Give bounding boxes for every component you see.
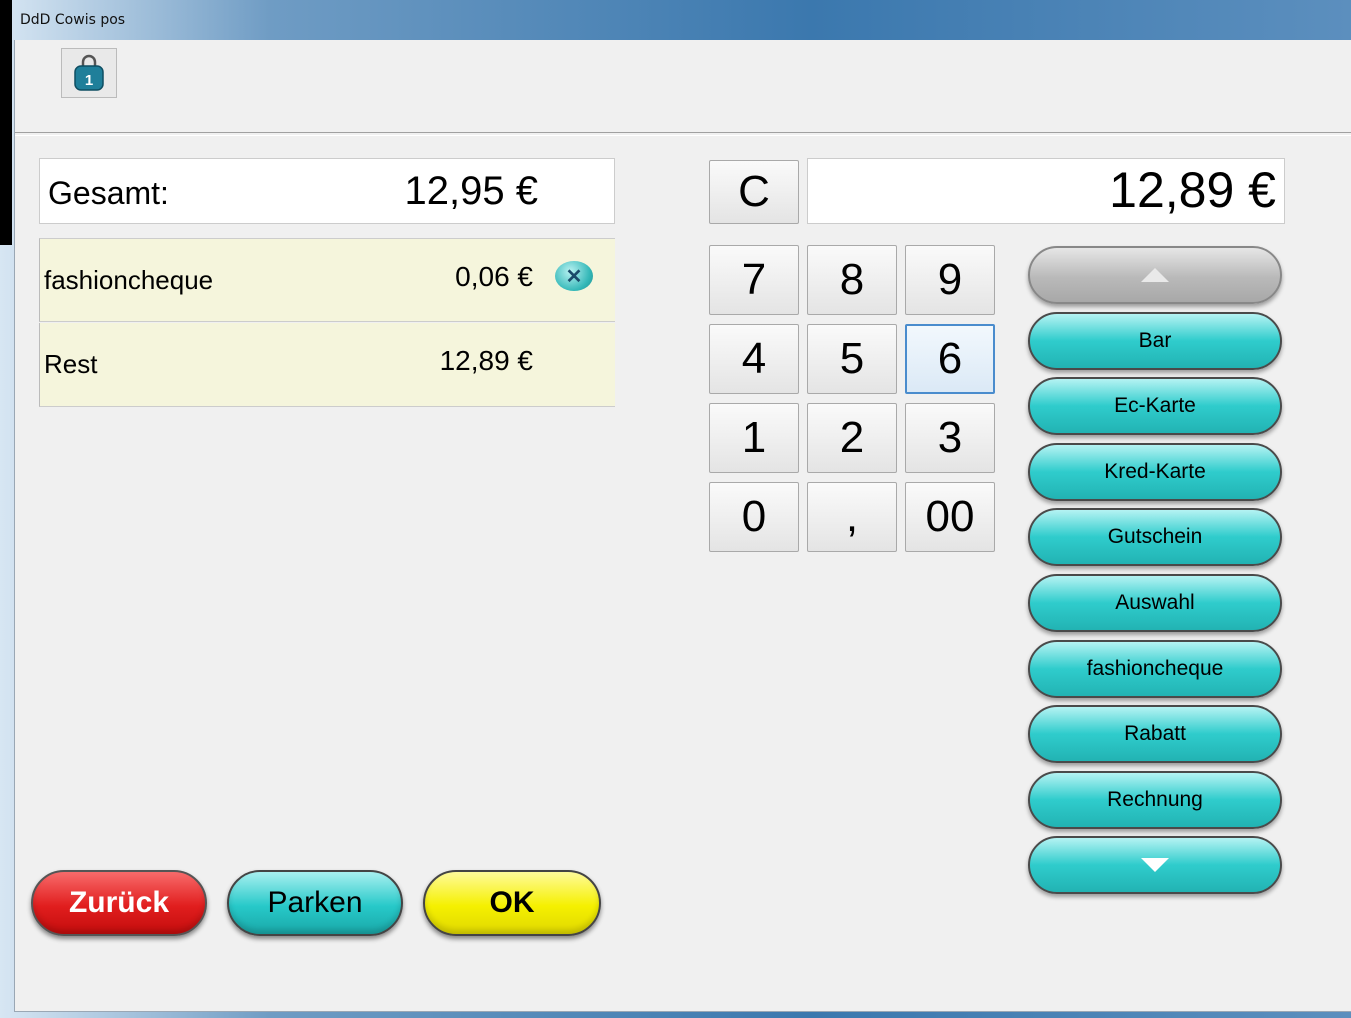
window-edge bbox=[0, 0, 12, 245]
scroll-down-button[interactable] bbox=[1028, 836, 1282, 894]
total-label: Gesamt: bbox=[48, 175, 169, 211]
ok-button[interactable]: OK bbox=[423, 870, 601, 936]
payment-method-credit-card[interactable]: Kred-Karte bbox=[1028, 443, 1282, 501]
rest-label: Rest bbox=[44, 349, 98, 379]
amount-display[interactable]: 12,89 € bbox=[807, 158, 1285, 224]
key-1[interactable]: 1 bbox=[709, 403, 799, 473]
close-circle-icon[interactable]: ✕ bbox=[555, 261, 593, 291]
key-2[interactable]: 2 bbox=[807, 403, 897, 473]
payment-method-invoice[interactable]: Rechnung bbox=[1028, 771, 1282, 829]
rest-row: Rest 12,89 € bbox=[39, 323, 615, 407]
key-8[interactable]: 8 bbox=[807, 245, 897, 315]
scroll-up-button[interactable] bbox=[1028, 246, 1282, 304]
payment-name: fashioncheque bbox=[44, 265, 214, 295]
total-box: Gesamt: 12,95 € bbox=[39, 158, 615, 224]
arrow-up-icon bbox=[1141, 268, 1169, 282]
window-title: DdD Cowis pos bbox=[20, 12, 126, 28]
payment-method-bar[interactable]: Bar bbox=[1028, 312, 1282, 370]
payment-method-selection[interactable]: Auswahl bbox=[1028, 574, 1282, 632]
park-button[interactable]: Parken bbox=[227, 870, 403, 936]
key-7[interactable]: 7 bbox=[709, 245, 799, 315]
key-5[interactable]: 5 bbox=[807, 324, 897, 394]
arrow-down-icon bbox=[1141, 858, 1169, 872]
key-4[interactable]: 4 bbox=[709, 324, 799, 394]
payment-method-voucher[interactable]: Gutschein bbox=[1028, 508, 1282, 566]
app-window: DdD Cowis pos 1 Gesamt: 12,95 € fashionc… bbox=[0, 0, 1351, 1018]
payment-method-discount[interactable]: Rabatt bbox=[1028, 705, 1282, 763]
shopping-bag-button[interactable]: 1 bbox=[61, 48, 117, 98]
payment-method-ec-card[interactable]: Ec-Karte bbox=[1028, 377, 1282, 435]
toolbar-separator bbox=[15, 132, 1351, 136]
key-3[interactable]: 3 bbox=[905, 403, 995, 473]
title-bar[interactable]: DdD Cowis pos bbox=[12, 0, 1351, 40]
shopping-bag-icon: 1 bbox=[74, 54, 104, 91]
back-button[interactable]: Zurück bbox=[31, 870, 207, 936]
key-9[interactable]: 9 bbox=[905, 245, 995, 315]
clear-key[interactable]: C bbox=[709, 160, 799, 224]
payment-row: fashioncheque 0,06 € ✕ bbox=[39, 238, 615, 322]
bag-badge: 1 bbox=[85, 72, 93, 89]
key-0[interactable]: 0 bbox=[709, 482, 799, 552]
amount-display-value: 12,89 € bbox=[1109, 162, 1276, 218]
rest-amount: 12,89 € bbox=[439, 345, 533, 376]
payment-amount: 0,06 € bbox=[455, 261, 533, 292]
key-comma[interactable]: , bbox=[807, 482, 897, 552]
total-value: 12,95 € bbox=[404, 169, 538, 213]
pos-payment-screen: 1 Gesamt: 12,95 € fashioncheque 0,06 € ✕… bbox=[14, 40, 1351, 1012]
payment-method-fashioncheque[interactable]: fashioncheque bbox=[1028, 640, 1282, 698]
key-double-zero[interactable]: 00 bbox=[905, 482, 995, 552]
key-6[interactable]: 6 bbox=[905, 324, 995, 394]
